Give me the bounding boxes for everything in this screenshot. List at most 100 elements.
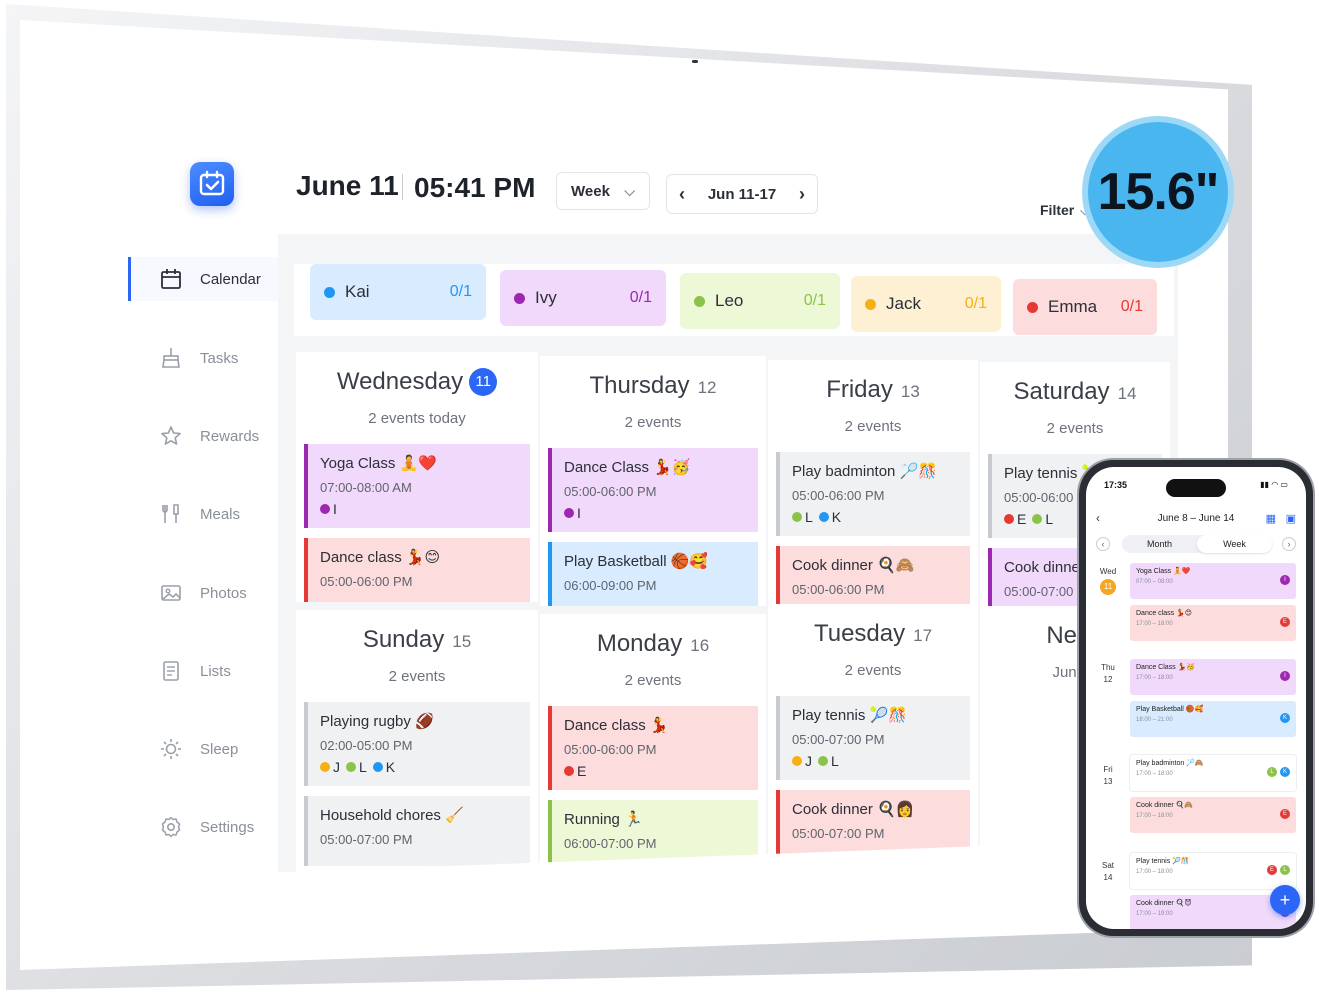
event-time: 06:00-07:00 PM bbox=[564, 836, 657, 851]
chevron-left-icon[interactable]: ‹ bbox=[679, 184, 685, 205]
person-dot bbox=[1004, 514, 1014, 524]
person-chip-kai[interactable]: Kai 0/1 bbox=[310, 264, 486, 320]
phone-event-card[interactable]: Play tennis 🎾🎊 17:00 – 18:00 E L bbox=[1130, 853, 1296, 889]
star-icon bbox=[158, 423, 184, 449]
event-card[interactable]: Dance class 💃 05:00-06:00 PM E bbox=[548, 706, 758, 790]
person-color-dot bbox=[514, 292, 525, 304]
day-event-count: 2 events bbox=[844, 662, 902, 679]
person-initial: I bbox=[577, 505, 581, 521]
phone-event-time: 17:00 – 18:00 bbox=[1136, 813, 1173, 819]
sidebar-item-sleep[interactable]: Sleep bbox=[128, 727, 278, 771]
phone-day-number: 11 bbox=[1100, 579, 1116, 595]
filter-button[interactable]: Filter ⌵ bbox=[1040, 202, 1089, 219]
phone-event-title: Play badminton 🏸🙈 bbox=[1136, 760, 1204, 767]
phone-person-badge: E bbox=[1280, 809, 1290, 819]
event-people: JLK bbox=[320, 759, 530, 775]
phone-event-people: EL bbox=[1264, 865, 1290, 875]
event-card[interactable]: Household chores 🧹 05:00-07:00 PM bbox=[304, 796, 530, 866]
sidebar-item-label: Tasks bbox=[200, 349, 239, 367]
day-column-tuesday[interactable]: Tuesday 17 2 events Play tennis 🎾🎊 05:00-07:… bbox=[768, 604, 978, 874]
sidebar-item-lists[interactable]: Lists bbox=[128, 649, 278, 693]
phone-event-card[interactable]: Dance Class 💃🥳 17:00 – 18:00 I bbox=[1130, 659, 1296, 695]
person-initial: L bbox=[359, 759, 367, 775]
phone-event-card[interactable]: Cook dinner 🍳🙈 17:00 – 18:00 E bbox=[1130, 797, 1296, 833]
phone-event-time: 07:00 – 08:00 bbox=[1136, 579, 1173, 585]
current-time: 05:41 PM bbox=[414, 172, 536, 203]
event-time: 05:00-06:00 PM bbox=[320, 574, 413, 589]
day-column-wednesday[interactable]: Wednesday 11 2 events today Yoga Class 🧘❤️ 0… bbox=[296, 352, 538, 602]
day-event-count: 2 events bbox=[1046, 420, 1104, 437]
sidebar-item-calendar[interactable]: Calendar bbox=[128, 257, 278, 301]
person-dot bbox=[346, 762, 356, 772]
person-dot bbox=[792, 512, 802, 522]
person-count: 0/1 bbox=[449, 283, 472, 300]
sidebar-item-tasks[interactable]: Tasks bbox=[128, 336, 278, 380]
phone-person-badge: L bbox=[1267, 767, 1277, 777]
prev-week-icon[interactable]: ‹ bbox=[1096, 537, 1110, 551]
day-column-monday[interactable]: Monday 16 2 events Dance class 💃 05:00-06:00… bbox=[540, 614, 766, 878]
person-chip-emma[interactable]: Emma 0/1 bbox=[1013, 279, 1157, 335]
phone-day-number: 13 bbox=[1103, 777, 1113, 786]
event-time: 05:00-06:00 PM bbox=[564, 742, 657, 757]
person-name: Leo bbox=[715, 291, 744, 310]
person-chip-leo[interactable]: Leo 0/1 bbox=[680, 273, 840, 329]
day-name: Saturday bbox=[1013, 378, 1110, 405]
day-column-friday[interactable]: Friday 13 2 events Play badminton 🏸🎊 05:00-0… bbox=[768, 360, 978, 610]
day-number: 12 bbox=[697, 378, 717, 397]
phone-screen: 17:35 ▮▮ ◠ ▭ ‹ June 8 – June 14 ▦ ▣ ‹ Mo… bbox=[1086, 467, 1306, 929]
person-chip-ivy[interactable]: Ivy 0/1 bbox=[500, 270, 666, 326]
day-name: Tuesday bbox=[813, 620, 906, 647]
phone-event-people: E bbox=[1277, 617, 1290, 627]
day-name: Wednesday bbox=[336, 368, 464, 395]
day-event-count: 2 events bbox=[624, 672, 682, 689]
event-card[interactable]: Dance Class 💃🥳 05:00-06:00 PM I bbox=[548, 448, 758, 532]
chevron-right-icon[interactable]: › bbox=[799, 184, 805, 205]
event-card[interactable]: Cook dinner 🍳🙈 05:00-06:00 PM bbox=[776, 546, 970, 610]
event-card[interactable]: Play Basketball 🏀🥰 06:00-09:00 PM bbox=[548, 542, 758, 606]
add-event-button[interactable]: + bbox=[1270, 885, 1300, 915]
screen-size-badge: 15.6" bbox=[1088, 122, 1228, 262]
event-card[interactable]: Play tennis 🎾🎊 05:00-07:00 PM J L bbox=[776, 696, 970, 780]
sidebar-item-rewards[interactable]: Rewards bbox=[128, 414, 278, 458]
day-name: Friday bbox=[826, 376, 893, 403]
phone-event-title: Play Basketball 🏀🥰 bbox=[1136, 706, 1204, 713]
day-column-thursday[interactable]: Thursday 12 2 events Dance Class 💃🥳 05:00-06… bbox=[540, 356, 766, 606]
view-select[interactable]: Week ⌵ bbox=[556, 172, 650, 210]
phone-event-card[interactable]: Play Basketball 🏀🥰 18:00 – 21:00 K bbox=[1130, 701, 1296, 737]
person-color-dot bbox=[324, 286, 335, 298]
sidebar-item-meals[interactable]: Meals bbox=[128, 492, 278, 536]
phone-event-card[interactable]: Yoga Class 🧘❤️ 07:00 – 08:00 I bbox=[1130, 563, 1296, 599]
next-week-icon[interactable]: › bbox=[1282, 537, 1296, 551]
sidebar-item-label: Sleep bbox=[200, 740, 239, 758]
day-event-count: 2 events bbox=[844, 418, 902, 435]
tab-week[interactable]: Week bbox=[1197, 535, 1272, 553]
event-card[interactable]: Play badminton 🏸🎊 05:00-06:00 PM L K bbox=[776, 452, 970, 536]
event-card[interactable]: Dance class 💃😊 05:00-06:00 PM bbox=[304, 538, 530, 602]
person-chip-jack[interactable]: Jack 0/1 bbox=[851, 276, 1001, 332]
tab-month[interactable]: Month bbox=[1122, 535, 1197, 553]
chevron-down-icon: ⌵ bbox=[1080, 204, 1090, 218]
event-time: 05:00-07:00 PM bbox=[320, 832, 413, 847]
person-initial: L bbox=[805, 509, 813, 525]
grid-view-icon[interactable]: ▦ bbox=[1266, 512, 1276, 525]
current-date: June 11 bbox=[296, 170, 399, 201]
event-card[interactable]: Playing rugby 🏈 02:00-05:00 PM J L K bbox=[304, 702, 530, 786]
phone-day-name: Thu bbox=[1101, 663, 1115, 672]
event-title: Running 🏃 bbox=[564, 811, 643, 828]
phone-event-card[interactable]: Play badminton 🏸🙈 17:00 – 18:00 L K bbox=[1130, 755, 1296, 791]
day-number: 17 bbox=[913, 626, 933, 645]
phone-header: ‹ June 8 – June 14 ▦ ▣ bbox=[1086, 511, 1306, 531]
sidebar-item-photos[interactable]: Photos bbox=[128, 571, 278, 615]
phone-event-card[interactable]: Dance class 💃😊 17:00 – 18:00 E bbox=[1130, 605, 1296, 641]
event-time: 05:00-06:00 PM bbox=[792, 582, 885, 597]
event-title: Dance class 💃😊 bbox=[320, 549, 441, 566]
sidebar-item-settings[interactable]: Settings bbox=[128, 805, 278, 849]
person-initial: I bbox=[333, 501, 337, 517]
sidebar-item-label: Lists bbox=[200, 662, 231, 680]
calendar-icon[interactable]: ▣ bbox=[1286, 512, 1296, 525]
event-card[interactable]: Yoga Class 🧘❤️ 07:00-08:00 AM I bbox=[304, 444, 530, 528]
phone-view-tabs: Month Week bbox=[1122, 535, 1272, 553]
day-number: 15 bbox=[452, 632, 472, 651]
phone-event-title: Yoga Class 🧘❤️ bbox=[1136, 568, 1191, 575]
day-column-sunday[interactable]: Sunday 15 2 events Playing rugby 🏈 02:00-05:… bbox=[296, 610, 538, 878]
